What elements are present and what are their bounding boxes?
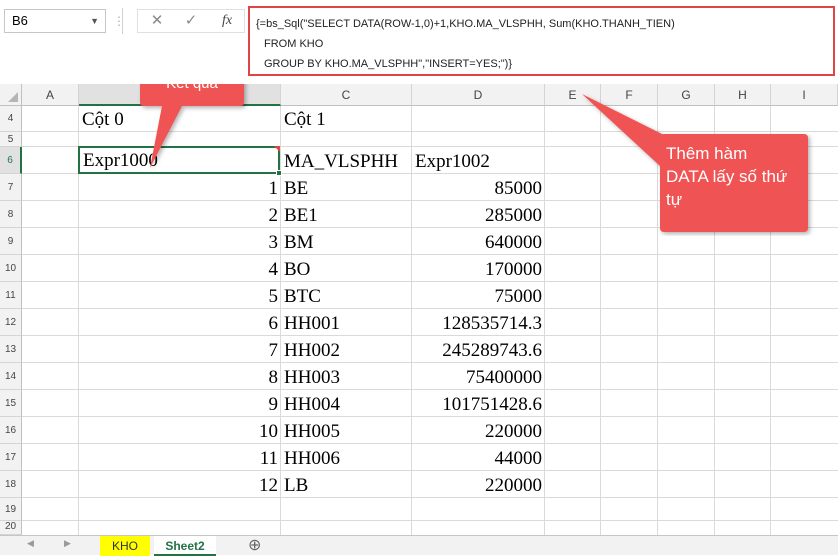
row-header-18[interactable]: 18 bbox=[0, 471, 22, 498]
prev-sheet-icon[interactable]: ◀ bbox=[27, 538, 34, 549]
cell-code[interactable]: LB bbox=[281, 471, 412, 498]
divider bbox=[122, 8, 123, 34]
name-box[interactable]: B6 ▼ bbox=[4, 9, 106, 33]
comment-indicator-icon bbox=[274, 146, 280, 152]
cell-code[interactable]: BE bbox=[281, 174, 412, 201]
sheet-tab-bar: ◀ ▶ KHO Sheet2 ⊕ bbox=[0, 535, 838, 556]
insert-function-button[interactable]: fx bbox=[212, 10, 242, 32]
cell-code[interactable]: HH003 bbox=[281, 363, 412, 390]
cell-amount[interactable]: 220000 bbox=[412, 471, 545, 498]
cell-stt[interactable]: 5 bbox=[79, 282, 281, 309]
chevron-down-icon[interactable]: ▼ bbox=[90, 10, 99, 32]
cell-amount[interactable]: 245289743.6 bbox=[412, 336, 545, 363]
cell-stt[interactable]: 4 bbox=[79, 255, 281, 282]
row-header-20[interactable]: 20 bbox=[0, 521, 22, 535]
formula-line-2: FROM KHO bbox=[264, 38, 324, 50]
formula-line-3: GROUP BY KHO.MA_VLSPHH","INSERT=YES;")} bbox=[264, 58, 512, 70]
select-all-icon bbox=[8, 92, 18, 102]
row-header-10[interactable]: 10 bbox=[0, 255, 22, 282]
cell-stt[interactable]: 10 bbox=[79, 417, 281, 444]
cell-code[interactable]: HH006 bbox=[281, 444, 412, 471]
cell-amount[interactable]: 101751428.6 bbox=[412, 390, 545, 417]
cell-amount[interactable]: 75400000 bbox=[412, 363, 545, 390]
column-header-c[interactable]: C bbox=[281, 84, 412, 106]
callout-data-text: Thêm hàm DATA lấy số thứ tự bbox=[666, 144, 788, 209]
cell-stt[interactable]: 12 bbox=[79, 471, 281, 498]
row-header-11[interactable]: 11 bbox=[0, 282, 22, 309]
cell-amount[interactable]: 285000 bbox=[412, 201, 545, 228]
splitter-dots-icon[interactable]: ⋮ bbox=[113, 10, 125, 32]
cell-amount[interactable]: 85000 bbox=[412, 174, 545, 201]
cell-code[interactable]: BO bbox=[281, 255, 412, 282]
cell-amount[interactable]: 128535714.3 bbox=[412, 309, 545, 336]
callout-data-function: Thêm hàm DATA lấy số thứ tự bbox=[576, 88, 816, 236]
row-header-12[interactable]: 12 bbox=[0, 309, 22, 336]
cell-amount[interactable]: 75000 bbox=[412, 282, 545, 309]
cell-amount[interactable]: 640000 bbox=[412, 228, 545, 255]
tab-sheet2[interactable]: Sheet2 bbox=[154, 536, 216, 556]
cell-stt[interactable]: 6 bbox=[79, 309, 281, 336]
row-header-14[interactable]: 14 bbox=[0, 363, 22, 390]
row-header-7[interactable]: 7 bbox=[0, 174, 22, 201]
cell-code[interactable]: HH005 bbox=[281, 417, 412, 444]
select-all-corner[interactable] bbox=[0, 84, 22, 106]
cancel-icon[interactable]: ✕ bbox=[142, 10, 172, 32]
formula-input[interactable]: {=bs_Sql("SELECT DATA(ROW-1,0)+1,KHO.MA_… bbox=[248, 6, 835, 76]
tab-kho[interactable]: KHO bbox=[100, 536, 150, 556]
row-header-16[interactable]: 16 bbox=[0, 417, 22, 444]
cell-stt[interactable]: 1 bbox=[79, 174, 281, 201]
cell-code[interactable]: HH002 bbox=[281, 336, 412, 363]
row-header-5[interactable]: 5 bbox=[0, 132, 22, 147]
cell-stt[interactable]: 11 bbox=[79, 444, 281, 471]
cell-stt[interactable]: 8 bbox=[79, 363, 281, 390]
cell-stt[interactable]: 9 bbox=[79, 390, 281, 417]
cell-amount[interactable]: 220000 bbox=[412, 417, 545, 444]
row-header-9[interactable]: 9 bbox=[0, 228, 22, 255]
row-header-6[interactable]: 6 bbox=[0, 147, 22, 174]
row-header-17[interactable]: 17 bbox=[0, 444, 22, 471]
cell-code[interactable]: HH001 bbox=[281, 309, 412, 336]
cell-c6[interactable]: MA_VLSPHH bbox=[281, 147, 412, 174]
row-header-4[interactable]: 4 bbox=[0, 106, 22, 132]
name-box-value: B6 bbox=[12, 13, 28, 28]
formula-line-1: {=bs_Sql("SELECT DATA(ROW-1,0)+1,KHO.MA_… bbox=[256, 18, 675, 30]
enter-icon[interactable]: ✓ bbox=[176, 10, 206, 32]
add-sheet-icon[interactable]: ⊕ bbox=[248, 536, 261, 556]
cell-code[interactable]: BE1 bbox=[281, 201, 412, 228]
formula-bar-area: B6 ▼ ⋮ ✕ ✓ fx {=bs_Sql("SELECT DATA(ROW-… bbox=[0, 0, 838, 84]
cell-amount[interactable]: 44000 bbox=[412, 444, 545, 471]
next-sheet-icon[interactable]: ▶ bbox=[64, 538, 71, 549]
formula-buttons: ✕ ✓ fx bbox=[137, 9, 245, 33]
row-header-15[interactable]: 15 bbox=[0, 390, 22, 417]
worksheet-grid[interactable]: A B C D E F G H I 4 5 6 7 8 9 10 11 12 1… bbox=[0, 84, 838, 535]
cell-amount[interactable]: 170000 bbox=[412, 255, 545, 282]
cell-stt[interactable]: 3 bbox=[79, 228, 281, 255]
column-header-d[interactable]: D bbox=[412, 84, 545, 106]
row-header-8[interactable]: 8 bbox=[0, 201, 22, 228]
callout-result: Kết quả bbox=[136, 84, 252, 178]
row-header-13[interactable]: 13 bbox=[0, 336, 22, 363]
column-header-a[interactable]: A bbox=[22, 84, 79, 106]
row-header-19[interactable]: 19 bbox=[0, 498, 22, 521]
cell-c4[interactable]: Cột 1 bbox=[281, 106, 412, 132]
cell-code[interactable]: BTC bbox=[281, 282, 412, 309]
cell-stt[interactable]: 7 bbox=[79, 336, 281, 363]
cell-d6[interactable]: Expr1002 bbox=[412, 147, 545, 174]
cell-code[interactable]: HH004 bbox=[281, 390, 412, 417]
cell-code[interactable]: BM bbox=[281, 228, 412, 255]
callout-result-text: Kết quả bbox=[140, 84, 244, 104]
cell-stt[interactable]: 2 bbox=[79, 201, 281, 228]
